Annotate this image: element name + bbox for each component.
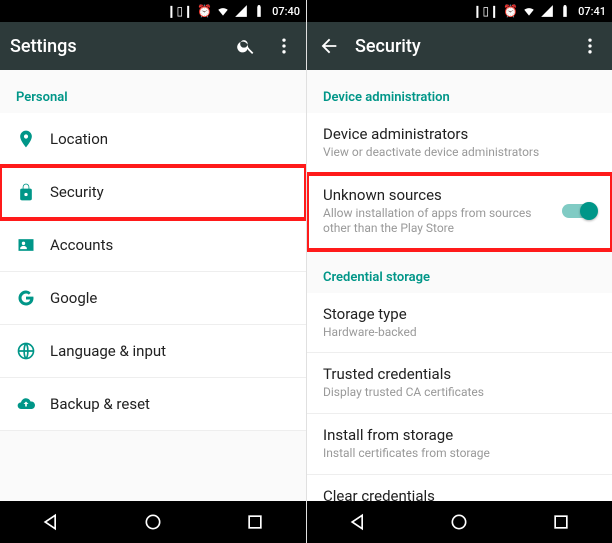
wifi-icon <box>216 4 230 18</box>
status-clock: 07:41 <box>578 5 606 18</box>
row-label: Location <box>50 130 290 148</box>
appbar: Security <box>307 22 612 70</box>
row-title: Device administrators <box>323 125 596 143</box>
row-install-from-storage[interactable]: Install from storage Install certificate… <box>307 414 612 475</box>
row-security[interactable]: Security <box>0 166 306 219</box>
row-title: Clear credentials <box>323 487 596 501</box>
security-screen: ❙▯❙ ⏰ 07:41 Security Device administrati… <box>306 0 612 543</box>
overflow-icon[interactable] <box>272 34 296 58</box>
row-clear-credentials[interactable]: Clear credentials <box>307 475 612 501</box>
row-label: Accounts <box>50 236 290 254</box>
search-icon[interactable] <box>234 34 258 58</box>
section-credential-storage: Credential storage <box>307 250 612 293</box>
appbar-title: Security <box>355 36 564 57</box>
row-backup[interactable]: Backup & reset <box>0 378 306 431</box>
cloud-up-icon <box>16 394 50 414</box>
lock-icon <box>16 182 50 202</box>
account-icon <box>16 235 50 255</box>
row-label: Google <box>50 289 290 307</box>
appbar-title: Settings <box>10 36 220 57</box>
nav-bar <box>307 501 612 543</box>
nav-recent[interactable] <box>225 501 285 543</box>
wifi-icon <box>522 4 536 18</box>
vibrate-icon: ❙▯❙ <box>166 4 193 18</box>
battery-icon <box>558 4 572 18</box>
row-language[interactable]: Language & input <box>0 325 306 378</box>
appbar: Settings <box>0 22 306 70</box>
nav-back[interactable] <box>328 501 388 543</box>
pin-icon <box>16 129 50 149</box>
globe-icon <box>16 341 50 361</box>
unknown-sources-toggle[interactable] <box>562 204 596 218</box>
row-summary: Display trusted CA certificates <box>323 385 596 401</box>
alarm-icon: ⏰ <box>503 4 518 18</box>
alarm-icon: ⏰ <box>197 4 212 18</box>
row-title: Storage type <box>323 305 596 323</box>
nav-recent[interactable] <box>531 501 591 543</box>
nav-bar <box>0 501 306 543</box>
row-title: Install from storage <box>323 426 596 444</box>
row-device-admins[interactable]: Device administrators View or deactivate… <box>307 113 612 174</box>
vibrate-icon: ❙▯❙ <box>472 4 499 18</box>
row-storage-type[interactable]: Storage type Hardware-backed <box>307 293 612 354</box>
status-bar: ❙▯❙ ⏰ 07:40 <box>0 0 306 22</box>
settings-screen: ❙▯❙ ⏰ 07:40 Settings Personal Location <box>0 0 306 543</box>
back-icon[interactable] <box>317 34 341 58</box>
overflow-icon[interactable] <box>578 34 602 58</box>
section-personal: Personal <box>0 70 306 113</box>
signal-icon <box>234 4 248 18</box>
row-trusted-credentials[interactable]: Trusted credentials Display trusted CA c… <box>307 353 612 414</box>
battery-icon <box>252 4 266 18</box>
row-label: Backup & reset <box>50 395 290 413</box>
row-summary: View or deactivate device administrators <box>323 145 596 161</box>
security-list: Device administration Device administrat… <box>307 70 612 501</box>
status-clock: 07:40 <box>272 5 300 18</box>
row-title: Trusted credentials <box>323 365 596 383</box>
status-bar: ❙▯❙ ⏰ 07:41 <box>307 0 612 22</box>
google-icon <box>16 288 50 308</box>
row-summary: Install certificates from storage <box>323 446 596 462</box>
nav-home[interactable] <box>123 501 183 543</box>
row-unknown-sources[interactable]: Unknown sources Allow installation of ap… <box>307 174 612 250</box>
row-summary: Hardware-backed <box>323 325 596 341</box>
row-location[interactable]: Location <box>0 113 306 166</box>
signal-icon <box>540 4 554 18</box>
row-title: Unknown sources <box>323 186 552 204</box>
row-label: Language & input <box>50 342 290 360</box>
nav-back[interactable] <box>21 501 81 543</box>
section-device-admin: Device administration <box>307 70 612 113</box>
settings-list: Personal Location Security Accounts Goog… <box>0 70 306 501</box>
row-accounts[interactable]: Accounts <box>0 219 306 272</box>
row-summary: Allow installation of apps from sources … <box>323 206 552 237</box>
row-label: Security <box>50 183 290 201</box>
nav-home[interactable] <box>429 501 489 543</box>
row-google[interactable]: Google <box>0 272 306 325</box>
